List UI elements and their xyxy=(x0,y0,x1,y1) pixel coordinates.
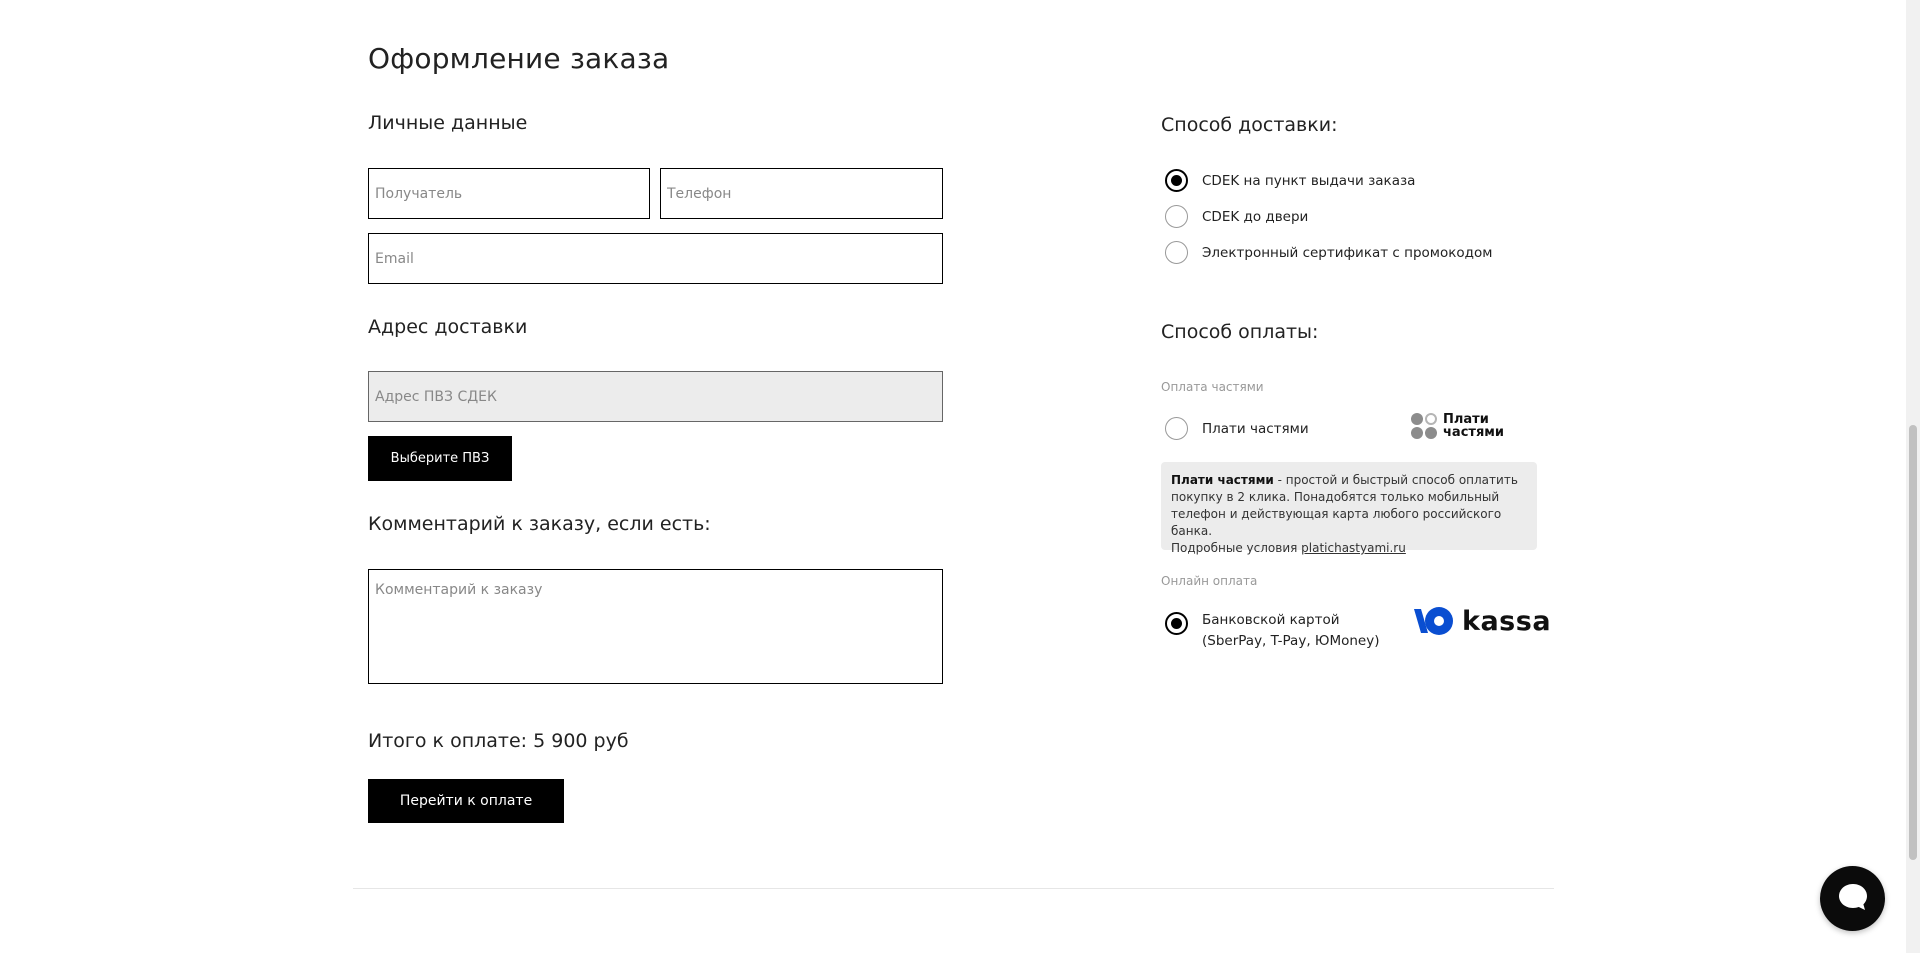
payment-method-heading: Способ оплаты: xyxy=(1161,321,1319,343)
comment-heading: Комментарий к заказу, если есть: xyxy=(368,513,711,535)
delivery-method-heading: Способ доставки: xyxy=(1161,114,1338,136)
scrollbar-thumb[interactable] xyxy=(1909,425,1917,860)
payment-option-card[interactable]: Банковской картой (SberPay, T-Pay, ЮMone… xyxy=(1165,612,1380,652)
delivery-option-label: CDEK до двери xyxy=(1202,208,1309,225)
chat-button[interactable] xyxy=(1820,866,1885,931)
radio-checked-icon[interactable] xyxy=(1165,612,1188,635)
card-option-line1: Банковской картой xyxy=(1202,612,1340,628)
pvz-address-field xyxy=(368,371,943,422)
plati-chastyami-logo: Плати частями xyxy=(1411,412,1505,440)
recipient-field[interactable] xyxy=(368,168,650,219)
page-title: Оформление заказа xyxy=(368,42,670,75)
footer-divider xyxy=(353,888,1554,889)
radio-unchecked-icon[interactable] xyxy=(1165,205,1188,228)
installments-group-label: Оплата частями xyxy=(1161,380,1264,394)
page-scrollbar[interactable] xyxy=(1906,0,1920,953)
info-terms-prefix: Подробные условия xyxy=(1171,541,1302,555)
order-total: Итого к оплате: 5 900 руб xyxy=(368,730,629,752)
installments-info-box: Плати частями - простой и быстрый способ… xyxy=(1161,462,1537,555)
delivery-option-cdek-pvz[interactable]: CDEK на пункт выдачи заказа xyxy=(1165,169,1415,192)
kassa-logo-text: kassa xyxy=(1462,605,1552,637)
delivery-option-label: CDEK на пункт выдачи заказа xyxy=(1202,172,1416,189)
delivery-option-cdek-door[interactable]: CDEK до двери xyxy=(1165,205,1308,228)
radio-unchecked-icon[interactable] xyxy=(1165,417,1188,440)
payment-option-installments[interactable]: Плати частями xyxy=(1165,417,1309,440)
online-payment-group-label: Онлайн оплата xyxy=(1161,574,1258,588)
delivery-option-certificate[interactable]: Электронный сертификат с промокодом xyxy=(1165,241,1492,264)
delivery-option-label: Электронный сертификат с промокодом xyxy=(1202,244,1493,261)
comment-field[interactable] xyxy=(368,569,943,684)
plati-logo-text: Плати частями xyxy=(1443,412,1505,440)
email-field[interactable] xyxy=(368,233,943,284)
yookassa-logo: kassa xyxy=(1414,604,1551,638)
personal-data-heading: Личные данные xyxy=(368,112,528,134)
select-pvz-button[interactable]: Выберите ПВЗ xyxy=(368,436,512,481)
radio-checked-icon[interactable] xyxy=(1165,169,1188,192)
yookassa-mark-icon xyxy=(1414,604,1456,638)
info-bold-title: Плати частями xyxy=(1171,473,1274,487)
go-to-payment-button[interactable]: Перейти к оплате xyxy=(368,779,564,823)
phone-field[interactable] xyxy=(660,168,943,219)
payment-option-label: Плати частями xyxy=(1202,420,1309,437)
plati-dots-icon xyxy=(1411,413,1437,439)
radio-unchecked-icon[interactable] xyxy=(1165,241,1188,264)
delivery-address-heading: Адрес доставки xyxy=(368,316,528,338)
terms-link[interactable]: platichastyami.ru xyxy=(1301,541,1406,555)
chat-bubble-icon xyxy=(1837,882,1869,916)
card-option-line2: (SberPay, T-Pay, ЮMoney) xyxy=(1202,633,1380,649)
